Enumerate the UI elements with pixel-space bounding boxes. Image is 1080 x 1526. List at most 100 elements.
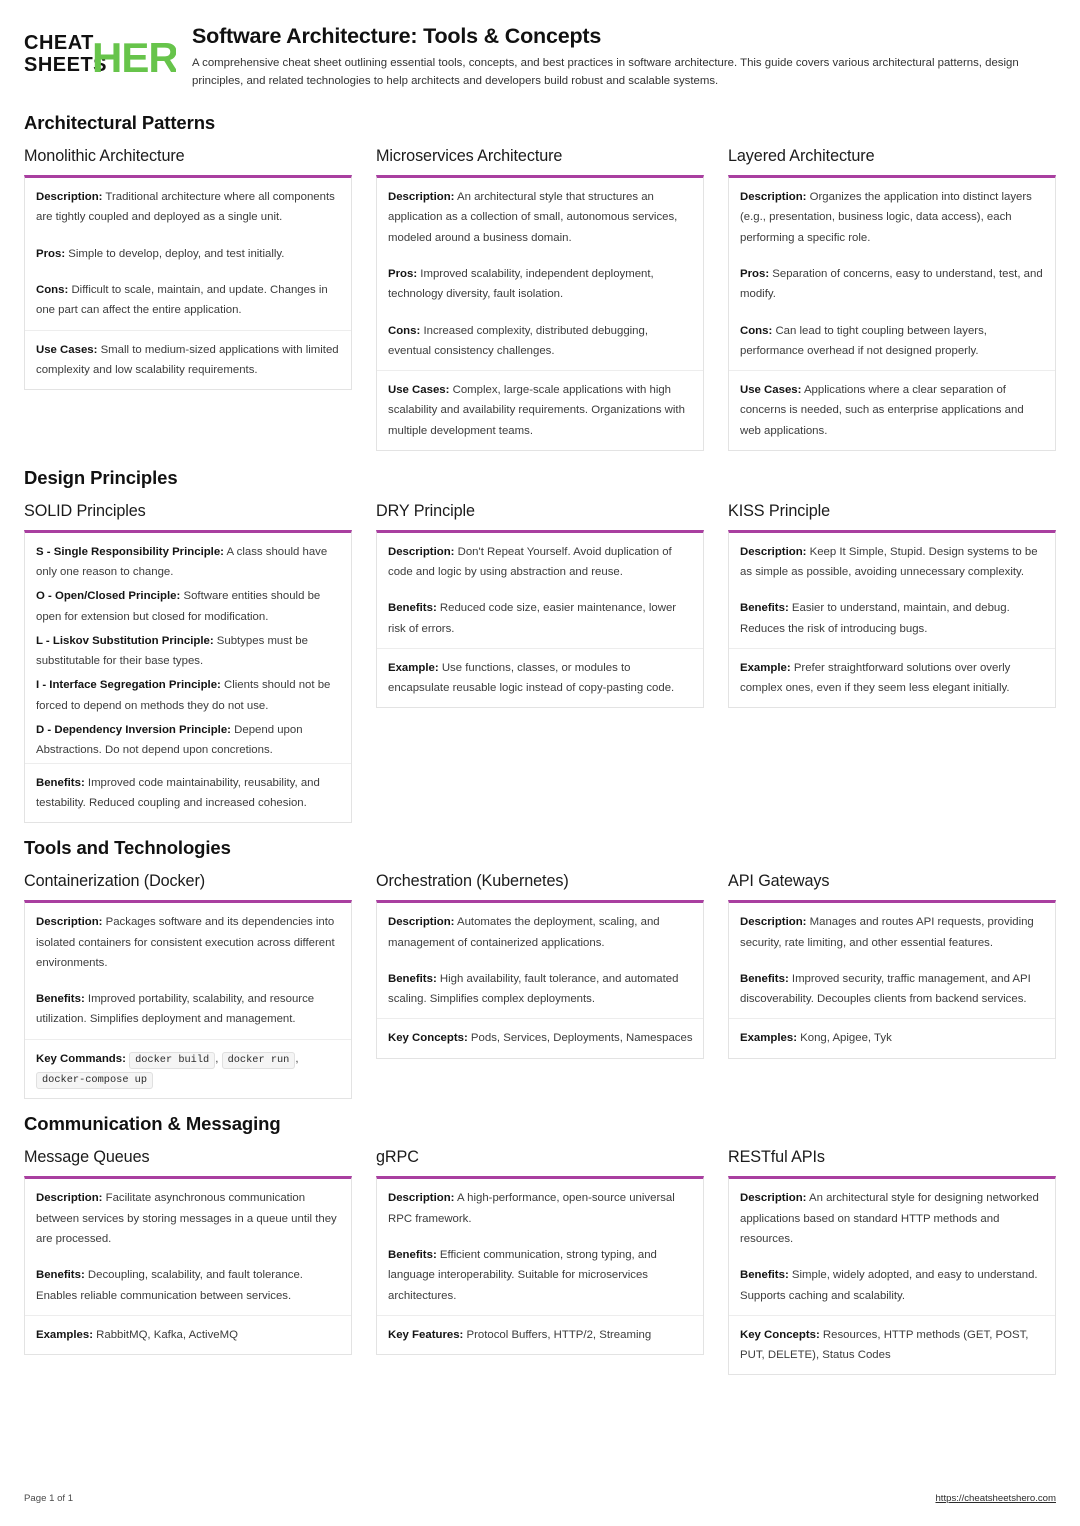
row-label: Key Concepts: (388, 1032, 468, 1045)
row-label: Pros: (36, 247, 66, 260)
card-row: Cons: Difficult to scale, maintain, and … (25, 273, 351, 330)
row-text: Separation of concerns, easy to understa… (740, 267, 1043, 301)
row-text: Difficult to scale, maintain, and update… (36, 283, 328, 317)
row-text: Protocol Buffers, HTTP/2, Streaming (463, 1328, 652, 1341)
row-label: Example: (388, 661, 439, 674)
card-block: SOLID Principles S - Single Responsibilit… (24, 502, 352, 824)
card-row: Description: Organizes the application i… (729, 178, 1055, 257)
row-label: Benefits: (388, 972, 437, 985)
row-label: Description: (388, 191, 455, 204)
card-row: Cons: Can lead to tight coupling between… (729, 314, 1055, 371)
card-block: Layered Architecture Description: Organiz… (728, 147, 1056, 451)
card-row: Description: Facilitate asynchronous com… (25, 1179, 351, 1258)
card-row: S - Single Responsibility Principle: A c… (25, 533, 351, 585)
row-label: Benefits: (740, 972, 789, 985)
row-label: Description: (388, 1192, 455, 1205)
row-label: Benefits: (36, 1269, 85, 1282)
row-label: Description: (388, 545, 455, 558)
card-block: Containerization (Docker) Description: Pa… (24, 872, 352, 1100)
row-label: S - Single Responsibility Principle: (36, 545, 224, 558)
row-text: RabbitMQ, Kafka, ActiveMQ (92, 1328, 238, 1341)
svg-text:HERO: HERO (92, 34, 176, 80)
card-row: Key Concepts: Resources, HTTP methods (G… (729, 1314, 1055, 1375)
row-label: Benefits: (388, 602, 437, 615)
card-title: Message Queues (24, 1148, 150, 1167)
section-title: Architectural Patterns (24, 112, 216, 134)
card-block: RESTful APIs Description: An architectura… (728, 1148, 1056, 1376)
card-row: Benefits: Reduced code size, easier main… (377, 591, 703, 648)
card-row: Key Concepts: Pods, Services, Deployment… (377, 1018, 703, 1057)
svg-text:CHEAT: CHEAT (24, 32, 94, 54)
row-label: Benefits: (388, 1248, 437, 1261)
code-chip: docker-compose up (36, 1072, 154, 1090)
row-label: Description: (388, 916, 455, 929)
row-label: Key Features: (388, 1328, 464, 1341)
row-label: Benefits: (740, 602, 789, 615)
card: Description: Automates the deployment, s… (376, 900, 704, 1059)
row-label: Description: (740, 191, 807, 204)
row-label: Cons: (36, 283, 69, 296)
row-label: Examples: (740, 1032, 797, 1045)
row-label: Pros: (388, 267, 418, 280)
card-row: Cons: Increased complexity, distributed … (377, 314, 703, 371)
card-row: Use Cases: Small to medium-sized applica… (25, 329, 351, 390)
card-row: Example: Use functions, classes, or modu… (377, 647, 703, 708)
content-columns: Architectural Patterns Monolithic Archite… (24, 100, 1056, 1384)
card-row: Benefits: Decoupling, scalability, and f… (25, 1258, 351, 1315)
code-chip: docker build (129, 1051, 216, 1069)
row-label: Use Cases: (740, 384, 802, 397)
row-label: Key Concepts: (740, 1328, 820, 1341)
card-row: Description: Manages and routes API requ… (729, 903, 1055, 962)
card-block: API Gateways Description: Manages and rou… (728, 872, 1056, 1059)
card-row: Description: An architectural style that… (377, 178, 703, 257)
card-row: Benefits: Easier to understand, maintain… (729, 591, 1055, 648)
row-text: Increased complexity, distributed debugg… (388, 324, 649, 357)
card-block: Microservices Architecture Description: A… (376, 147, 704, 451)
cheatsheetshero-logo: CHEAT SHEETS HERO (24, 22, 176, 80)
card-block: Message Queues Description: Facilitate as… (24, 1148, 352, 1356)
card-title: Orchestration (Kubernetes) (376, 872, 569, 891)
section-title: Design Principles (24, 466, 178, 488)
card: Description: An architectural style that… (376, 175, 704, 451)
code-chip: docker run (221, 1051, 296, 1069)
card-title: Microservices Architecture (376, 147, 563, 166)
row-label: D - Dependency Inversion Principle: (36, 724, 231, 737)
row-label: Description: (36, 916, 103, 929)
card-row: Use Cases: Applications where a clear se… (729, 370, 1055, 450)
website-link[interactable]: https://cheatsheetshero.com (935, 1493, 1056, 1504)
card-row: Benefits: Improved portability, scalabil… (25, 982, 351, 1039)
row-text: Simple to develop, deploy, and test init… (65, 247, 285, 260)
card-row: Example: Prefer straightforward solution… (729, 647, 1055, 708)
card-row: Use Cases: Complex, large-scale applicat… (377, 370, 703, 450)
card: Description: Traditional architecture wh… (24, 175, 352, 391)
card-row: L - Liskov Substitution Principle: Subty… (25, 629, 351, 674)
page-title: Software Architecture: Tools & Concepts (192, 24, 602, 48)
card-row: Benefits: Simple, widely adopted, and ea… (729, 1258, 1055, 1315)
card-block: Orchestration (Kubernetes) Description: A… (376, 872, 704, 1059)
card-row: O - Open/Closed Principle: Software enti… (25, 584, 351, 629)
logo-svg: CHEAT SHEETS HERO (24, 32, 176, 80)
row-label: Description: (740, 1192, 807, 1205)
card-row: Pros: Separation of concerns, easy to un… (729, 257, 1055, 314)
row-label: Description: (36, 191, 103, 204)
code-separator: , (215, 1052, 222, 1065)
card: Description: Keep It Simple, Stupid. Des… (728, 529, 1056, 709)
card: Description: Packages software and its d… (24, 900, 352, 1100)
card-row: Benefits: Improved security, traffic man… (729, 962, 1055, 1019)
row-label: Benefits: (740, 1269, 789, 1282)
card-row: Description: Keep It Simple, Stupid. Des… (729, 533, 1055, 592)
page-footer: Page 1 of 1 https://cheatsheetshero.com (24, 1493, 1056, 1504)
card-title: RESTful APIs (728, 1148, 825, 1167)
card-row: Benefits: Efficient communication, stron… (377, 1238, 703, 1315)
card-row: Benefits: High availability, fault toler… (377, 962, 703, 1019)
card-row: Pros: Improved scalability, independent … (377, 257, 703, 314)
card-row: D - Dependency Inversion Principle: Depe… (25, 718, 351, 763)
row-text: Improved scalability, independent deploy… (388, 267, 654, 301)
page-number: Page 1 of 1 (24, 1493, 74, 1504)
section-title: Tools and Technologies (24, 837, 231, 859)
card-row: Description: Traditional architecture wh… (25, 178, 351, 237)
row-label: Description: (740, 545, 807, 558)
row-label: Cons: (740, 324, 773, 337)
card: Description: Manages and routes API requ… (728, 900, 1056, 1059)
card-title: Monolithic Architecture (24, 147, 185, 166)
